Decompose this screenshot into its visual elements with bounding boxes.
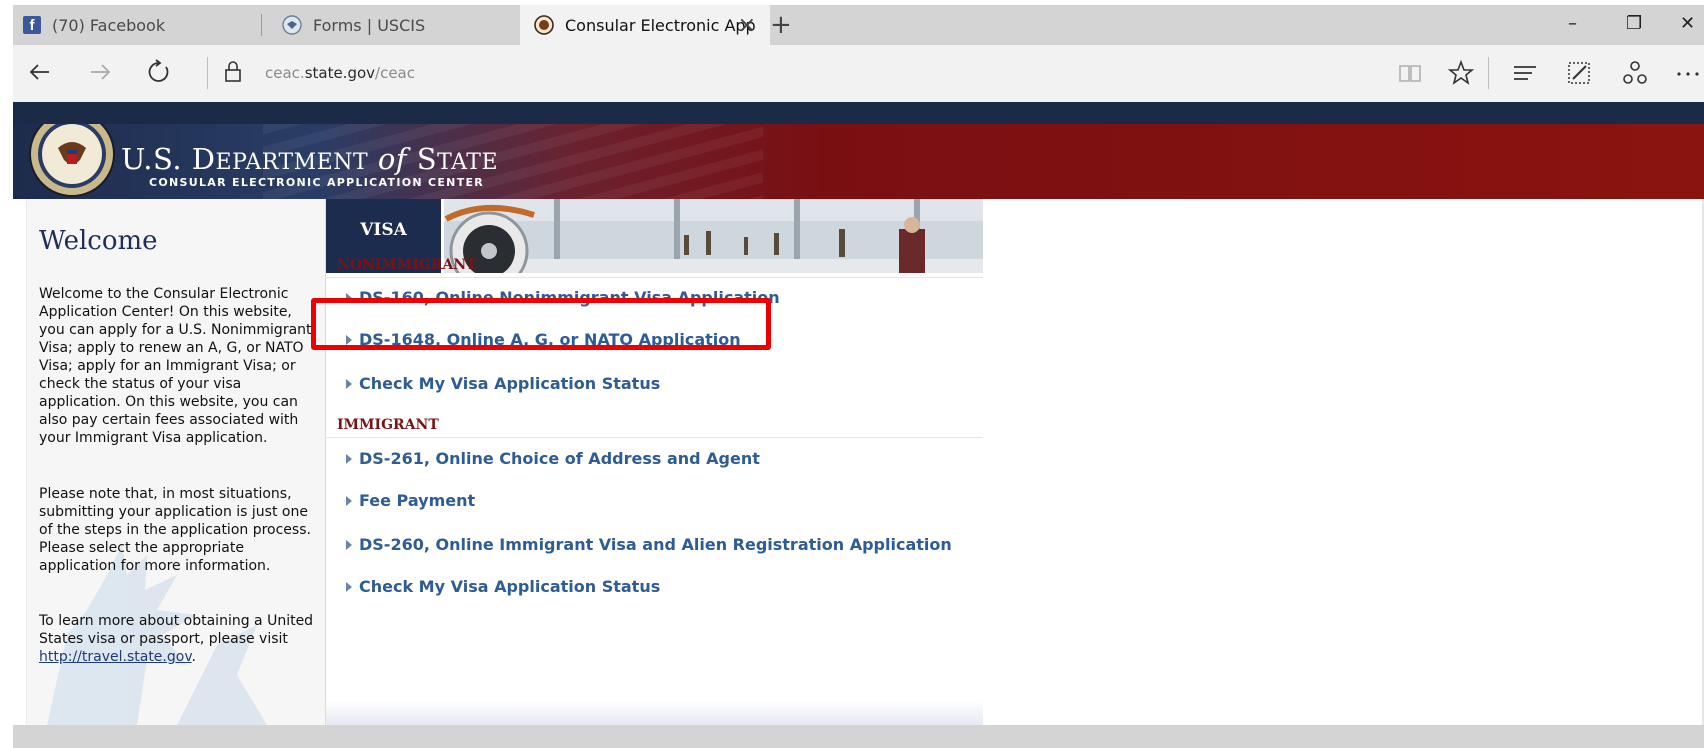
tab-label: Consular Electronic App <box>565 15 755 35</box>
link-label: DS-261, Online Choice of Address and Age… <box>359 449 760 468</box>
title-part: of <box>377 142 408 176</box>
link-label: Fee Payment <box>359 491 476 510</box>
visa-panel: VISA NONIMMIGRANT DS-160, Online Nonimmi… <box>325 199 983 725</box>
address-separator <box>1488 57 1489 89</box>
url-field[interactable]: ceac.state.gov/ceac <box>265 64 415 82</box>
triangle-right-icon <box>346 495 352 506</box>
check-nonimmigrant-status-link[interactable]: Check My Visa Application Status <box>346 374 660 393</box>
lock-icon[interactable] <box>218 57 248 87</box>
browser-status-bar <box>13 725 1704 748</box>
check-immigrant-status-link[interactable]: Check My Visa Application Status <box>346 577 660 596</box>
forward-icon[interactable] <box>85 57 115 87</box>
uscis-seal-icon <box>282 15 302 35</box>
department-seal-icon <box>29 124 115 197</box>
title-part: S <box>416 142 438 176</box>
learn-more-prefix: To learn more about obtaining a United S… <box>39 613 314 647</box>
ds-261-link[interactable]: DS-261, Online Choice of Address and Age… <box>346 449 760 468</box>
triangle-right-icon <box>346 539 352 550</box>
department-title: U.S. DEPARTMENT of STATE <box>121 142 498 176</box>
window-close-icon[interactable]: ✕ <box>1680 13 1695 34</box>
restore-icon[interactable]: ❐ <box>1626 13 1642 34</box>
triangle-right-icon <box>346 581 352 592</box>
reading-view-icon[interactable] <box>1395 58 1425 88</box>
state-department-header: U.S. DEPARTMENT of STATE CONSULAR ELECTR… <box>13 124 1704 199</box>
link-label: Check My Visa Application Status <box>359 374 661 393</box>
more-icon[interactable] <box>1673 58 1703 88</box>
tab-consular-electronic-app[interactable]: Consular Electronic App × <box>520 5 770 45</box>
welcome-panel: Welcome Welcome to the Consular Electron… <box>26 199 325 725</box>
address-bar: ceac.state.gov/ceac <box>13 45 1704 102</box>
url-prefix: ceac. <box>265 64 305 82</box>
link-label: DS-260, Online Immigrant Visa and Alien … <box>359 535 952 554</box>
title-part: TATE <box>437 150 499 175</box>
share-icon[interactable] <box>1620 58 1650 88</box>
tab-label: (70) Facebook <box>52 15 166 35</box>
minimize-icon[interactable]: – <box>1568 13 1577 34</box>
learn-more-suffix: . <box>191 649 196 665</box>
title-part: U.S. D <box>121 142 216 176</box>
section-divider <box>326 437 983 438</box>
web-note-icon[interactable] <box>1564 58 1594 88</box>
welcome-title: Welcome <box>39 226 158 256</box>
welcome-intro-text: Welcome to the Consular Electronic Appli… <box>39 286 312 446</box>
department-subtitle: CONSULAR ELECTRONIC APPLICATION CENTER <box>149 176 485 189</box>
link-label: Check My Visa Application Status <box>359 577 661 596</box>
welcome-note-text: Please note that, in most situations, su… <box>39 486 311 574</box>
immigrant-heading: IMMIGRANT <box>337 417 439 433</box>
title-part: EPARTMENT <box>215 150 369 175</box>
hub-icon[interactable] <box>1510 58 1540 88</box>
triangle-right-icon <box>346 453 352 464</box>
back-icon[interactable] <box>25 57 55 87</box>
url-path: /ceac <box>375 64 415 82</box>
airport-banner-image <box>444 199 983 273</box>
panel-bottom-fade <box>326 701 983 725</box>
welcome-learn-more-text: To learn more about obtaining a United S… <box>39 612 321 666</box>
state-seal-icon <box>534 15 554 35</box>
fee-payment-link[interactable]: Fee Payment <box>346 491 475 510</box>
favorite-star-icon[interactable] <box>1446 58 1476 88</box>
new-tab-icon[interactable]: + <box>770 10 792 40</box>
tab-uscis[interactable]: Forms | USCIS <box>262 5 520 45</box>
header-top-strip <box>13 102 1704 124</box>
refresh-icon[interactable] <box>144 57 174 87</box>
tab-label: Forms | USCIS <box>313 15 426 35</box>
travel-state-gov-link[interactable]: http://travel.state.gov <box>39 649 192 665</box>
nonimmigrant-heading: NONIMMIGRANT <box>337 257 477 273</box>
facebook-icon: f <box>23 16 41 34</box>
browser-tab-bar: f (70) Facebook Forms | USCIS Consular E… <box>13 5 1704 45</box>
tab-facebook[interactable]: f (70) Facebook <box>13 5 261 45</box>
address-separator <box>207 57 208 89</box>
ds-160-highlight-box <box>311 298 771 350</box>
close-icon[interactable]: × <box>738 13 756 38</box>
triangle-right-icon <box>346 378 352 389</box>
ds-260-link[interactable]: DS-260, Online Immigrant Visa and Alien … <box>346 535 952 554</box>
section-divider <box>326 277 983 278</box>
url-host: state.gov <box>304 64 376 82</box>
